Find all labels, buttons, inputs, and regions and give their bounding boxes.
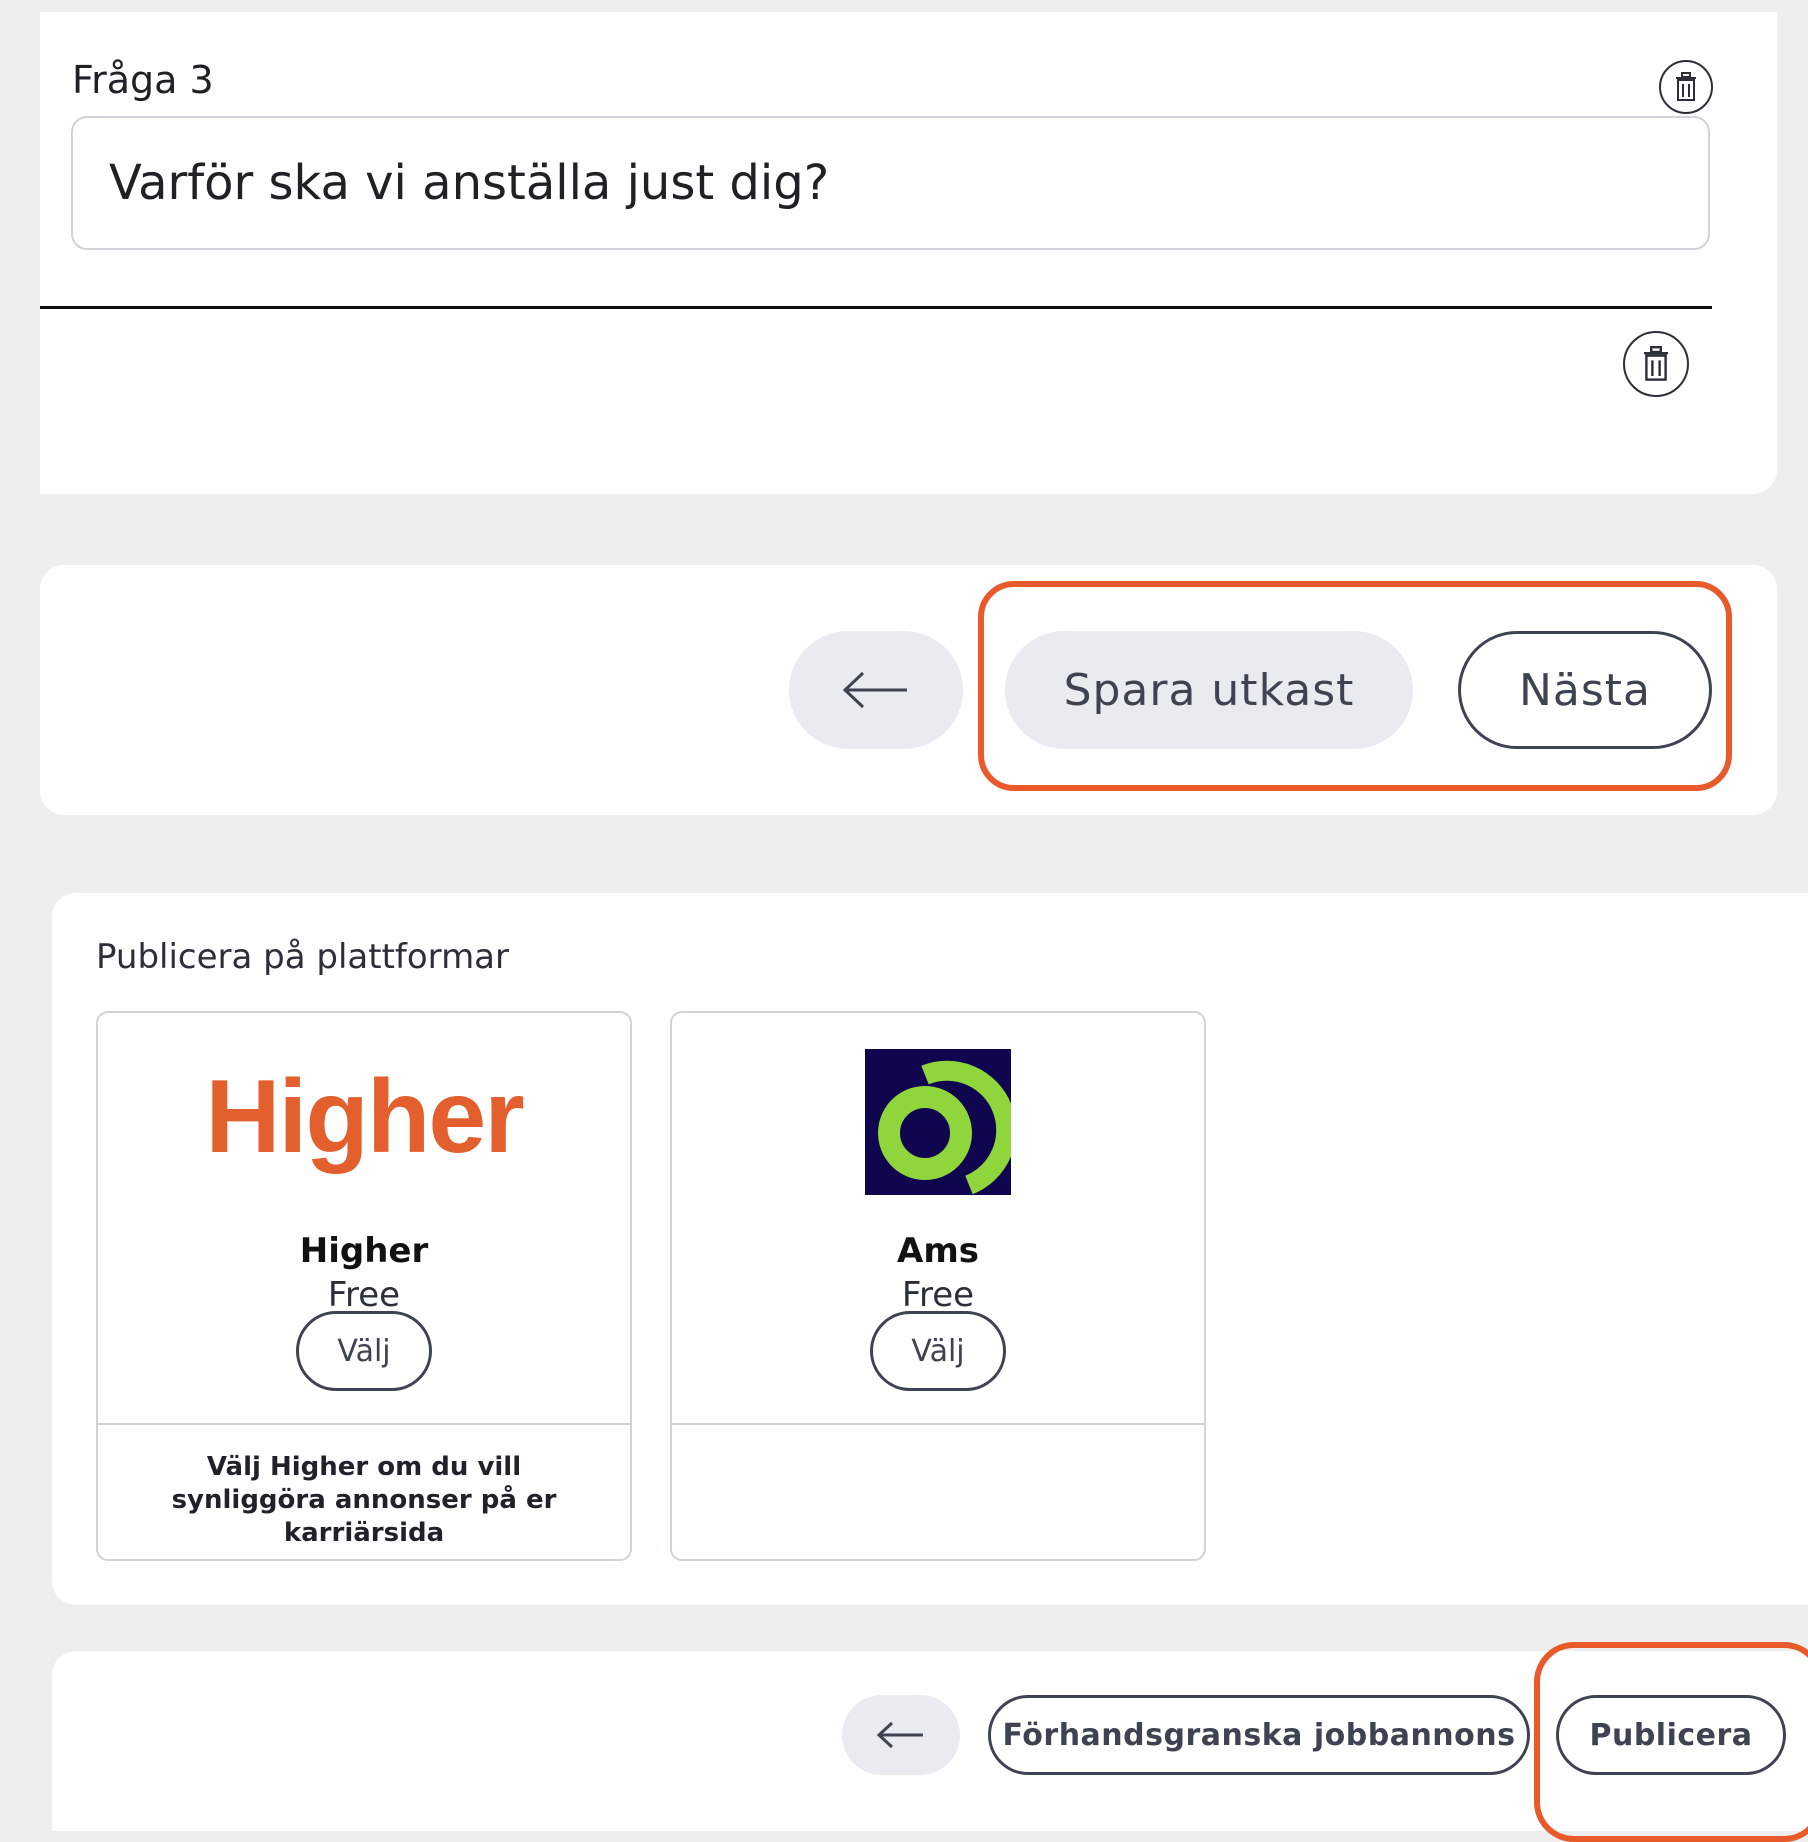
preview-job-ad-button[interactable]: Förhandsgranska jobbannons	[988, 1695, 1530, 1775]
arrow-left-icon	[842, 671, 907, 709]
platform-name: Higher	[299, 1231, 429, 1271]
select-higher-button[interactable]: Välj	[296, 1311, 432, 1391]
platform-price: Free	[327, 1275, 401, 1315]
arrow-left-icon	[876, 1721, 923, 1749]
platform-price: Free	[901, 1275, 975, 1315]
question-label: Fråga 3	[72, 58, 214, 102]
platform-card-higher: Higher Higher Free Välj Välj Higher om d…	[96, 1011, 632, 1561]
publish-button[interactable]: Publicera	[1556, 1695, 1786, 1775]
platforms-title: Publicera på plattformar	[96, 937, 509, 977]
ams-logo-icon	[865, 1049, 1011, 1195]
delete-question-button[interactable]	[1659, 60, 1713, 114]
back-button[interactable]	[789, 631, 963, 749]
platform-card-ams: Ams Free Välj	[670, 1011, 1206, 1561]
divider	[40, 306, 1712, 309]
next-button[interactable]: Nästa	[1458, 631, 1712, 749]
platforms-card: Publicera på plattformar Higher Higher F…	[52, 893, 1808, 1605]
delete-section-button[interactable]	[1623, 331, 1689, 397]
trash-icon	[1644, 346, 1668, 381]
divider	[98, 1423, 630, 1425]
navigation-bar-top: Spara utkast Nästa	[40, 565, 1777, 815]
platform-description: Välj Higher om du vill synliggöra annons…	[171, 1452, 557, 1548]
question-card: Fråga 3 Varför ska vi anställa just dig?	[40, 12, 1777, 494]
divider	[672, 1423, 1204, 1425]
select-ams-button[interactable]: Välj	[870, 1311, 1006, 1391]
navigation-bar-bottom: Förhandsgranska jobbannons Publicera	[52, 1651, 1808, 1831]
back-button[interactable]	[842, 1695, 960, 1775]
save-draft-button[interactable]: Spara utkast	[1005, 631, 1413, 749]
question-input[interactable]: Varför ska vi anställa just dig?	[71, 116, 1710, 250]
trash-icon	[1676, 72, 1696, 101]
platform-name: Ams	[897, 1231, 979, 1271]
higher-logo: Higher	[205, 1059, 524, 1175]
